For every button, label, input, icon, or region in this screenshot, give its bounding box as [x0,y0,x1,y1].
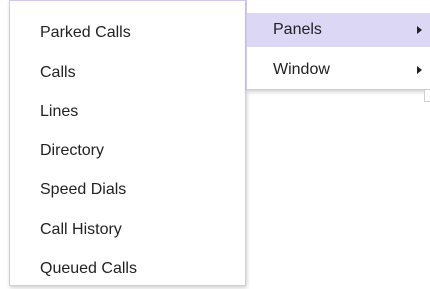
submenu-item-calls[interactable]: Calls [10,54,245,92]
chevron-right-icon [417,26,422,34]
submenu-item-label: Queued Calls [40,260,137,277]
menu-item-label: Panels [273,21,322,38]
submenu-item-label: Call History [40,221,122,238]
submenu-item-directory[interactable]: Directory [10,132,245,170]
submenu-item-label: Calls [40,64,76,81]
context-menu: Panels Window [246,0,430,90]
submenu-item-queued-calls[interactable]: Queued Calls [10,250,245,288]
panels-submenu: Parked Calls Calls Lines Directory Speed… [9,0,246,286]
submenu-item-call-history[interactable]: Call History [10,211,245,249]
submenu-item-parked-calls[interactable]: Parked Calls [10,14,245,52]
menu-item-label: Window [273,61,330,78]
submenu-item-label: Directory [40,142,105,159]
menu-item-panels[interactable]: Panels [247,13,430,47]
menu-item-window[interactable]: Window [247,53,430,87]
submenu-item-label: Speed Dials [40,181,127,198]
background-window-edge [424,90,430,102]
screen: Parked Calls Calls Lines Directory Speed… [0,0,430,289]
submenu-item-label: Parked Calls [40,24,131,41]
submenu-item-label: Lines [40,103,79,120]
submenu-item-speed-dials[interactable]: Speed Dials [10,171,245,209]
submenu-item-lines[interactable]: Lines [10,93,245,131]
chevron-right-icon [417,66,422,74]
